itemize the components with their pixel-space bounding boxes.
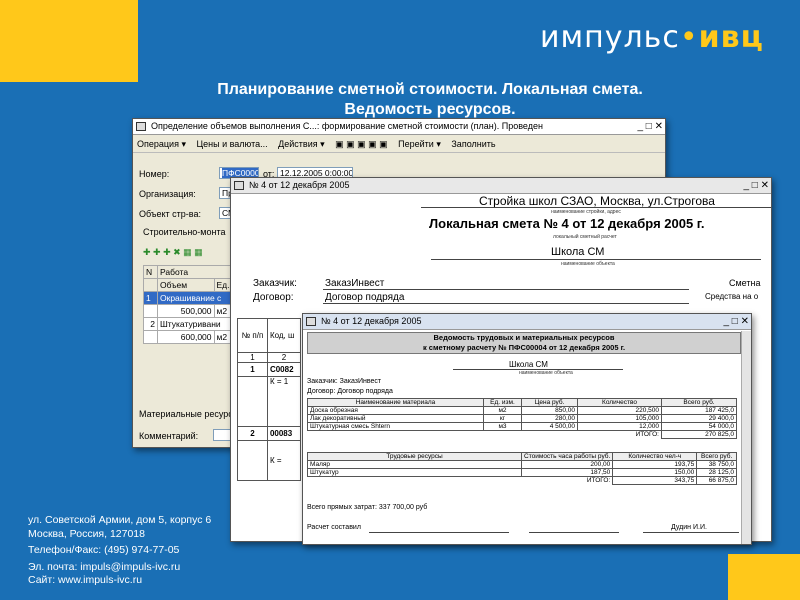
- close-icon[interactable]: ✕: [761, 180, 769, 191]
- construction-site: Стройка школ СЗАО, Москва, ул.Строгова: [479, 194, 715, 208]
- website[interactable]: Сайт: www.impuls-ivc.ru: [28, 574, 211, 588]
- object-name: Школа СМ: [551, 246, 605, 258]
- vertical-scrollbar[interactable]: [741, 331, 751, 544]
- brand-logo: импульс•ивц: [540, 20, 764, 55]
- printout-icon: [306, 317, 316, 326]
- document-toolbar: Операция ▾ Цены и валюта... Действия ▾ ▣…: [133, 135, 665, 153]
- table-row[interactable]: 2 Штукатуривани: [143, 317, 243, 331]
- contract-label: Договор:: [253, 292, 294, 303]
- resources-statement-window: № 4 от 12 декабря 2005 _ □ ✕ Ведомость т…: [302, 313, 752, 545]
- phone-fax: Телефон/Факс: (495) 974-77-05: [28, 544, 180, 556]
- labour-table: Трудовые ресурсы Стоимость часа работы ру…: [307, 452, 737, 485]
- menu-actions[interactable]: Действия ▾: [278, 139, 324, 149]
- works-grid: N Работа Объем Ед. 1 Окрашивание с 500,000 м…: [143, 265, 244, 344]
- contract-value: Договор подряда: [325, 292, 405, 303]
- table-row[interactable]: 600,000 м2: [143, 330, 244, 344]
- address-line1: ул. Советской Армии, дом 5, корпус 6: [28, 514, 212, 526]
- minimize-icon[interactable]: _: [637, 121, 643, 132]
- statement-contract: Договор: Договор подряда: [307, 388, 393, 395]
- document-icon: [136, 122, 146, 131]
- estimate-table: № п/п Код, ш 12 1 С0082 К = 1 2 00083 К =: [237, 318, 302, 481]
- printout-icon: [234, 181, 244, 190]
- direct-costs-total: Всего прямых затрат: 337 700,00 руб: [307, 504, 428, 511]
- comment-label: Комментарий:: [139, 431, 199, 441]
- table-row: Лак декоративный кг 280,00 105,000 29 400,0: [307, 414, 737, 423]
- table-row[interactable]: 500,000 м2: [143, 304, 244, 318]
- statement-banner: Ведомость трудовых и материальных ресурс…: [307, 332, 741, 354]
- minimize-icon[interactable]: _: [723, 316, 729, 327]
- window-title: Определение объемов выполнения С...: фор…: [151, 121, 543, 131]
- number-label: Номер:: [139, 169, 170, 179]
- table-row[interactable]: 1 Окрашивание с: [143, 291, 243, 305]
- toolbar-icons[interactable]: ▣ ▣ ▣ ▣ ▣: [335, 139, 388, 149]
- fill-button[interactable]: Заполнить: [451, 139, 495, 149]
- window-controls: _ □ ✕: [719, 314, 749, 329]
- object-caption: наименование объекта: [561, 261, 615, 267]
- resources-statement-titlebar: № 4 от 12 декабря 2005 _ □ ✕: [303, 314, 751, 330]
- estimate-title: Локальная смета № 4 от 12 декабря 2005 г…: [429, 216, 705, 231]
- window-controls: _ □ ✕: [739, 178, 769, 193]
- table-row: Штукатурная смесь Shtern м3 4 500,00 12,000…: [307, 422, 737, 431]
- statement-object: Школа СМ: [509, 360, 548, 369]
- slide-heading-line2: Ведомость ресурсов.: [344, 101, 516, 118]
- statement-customer: Заказчик: ЗаказИнвест: [307, 378, 382, 385]
- window-title: № 4 от 12 декабря 2005: [249, 180, 350, 190]
- grid-toolbar-icons[interactable]: ✚ ✚ ✚ ✖ ▦ ▦: [143, 247, 203, 258]
- window-controls: _ □ ✕: [633, 119, 663, 134]
- resources-tab[interactable]: Материальные ресурс: [139, 409, 233, 419]
- address-line2: Москва, Россия, 127018: [28, 527, 145, 540]
- minimize-icon[interactable]: _: [743, 180, 749, 191]
- local-estimate-titlebar: № 4 от 12 декабря 2005 _ □ ✕: [231, 178, 771, 194]
- corner-accent-top-left: [0, 0, 138, 82]
- made-by-label: Расчет составил: [307, 524, 361, 531]
- materials-table: Наименование материала Ед. изм. Цена руб. К…: [307, 398, 737, 439]
- maximize-icon[interactable]: □: [646, 121, 652, 132]
- table-row: Штукатур 187,50 150,00 28 125,0: [307, 468, 737, 477]
- estimate-cost-label: Сметна: [729, 278, 761, 288]
- maximize-icon[interactable]: □: [752, 180, 758, 191]
- close-icon[interactable]: ✕: [741, 316, 749, 327]
- email[interactable]: Эл. почта: impuls@impuls-ivc.ru: [28, 561, 211, 575]
- estimate-caption: локальный сметный расчет: [553, 234, 617, 240]
- table-row: Доска обрезная м2 850,00 220,500 187 425,0: [307, 406, 737, 415]
- customer-value: ЗаказИнвест: [325, 278, 385, 289]
- corner-accent-bottom-right: [728, 554, 800, 600]
- statement-object-caption: наименование объекта: [519, 370, 573, 376]
- site-caption: наименование стройки, адрес: [551, 209, 621, 215]
- menu-prices-currency[interactable]: Цены и валюта...: [196, 139, 267, 149]
- maximize-icon[interactable]: □: [732, 316, 738, 327]
- section-tab[interactable]: Строительно-монта: [143, 227, 226, 237]
- menu-operation[interactable]: Операция ▾: [137, 139, 186, 149]
- window-title: № 4 от 12 декабря 2005: [321, 316, 422, 326]
- object-label: Объект стр-ва:: [139, 209, 201, 219]
- menu-goto[interactable]: Перейти ▾: [398, 139, 441, 149]
- contact-footer: ул. Советской Армии, дом 5, корпус 6 Мос…: [28, 514, 211, 588]
- table-row: Маляр 200,00 193,75 38 750,0: [307, 460, 737, 469]
- funds-label: Средства на о: [705, 292, 759, 301]
- document-form-titlebar: Определение объемов выполнения С...: фор…: [133, 119, 665, 135]
- slide-heading-line1: Планирование сметной стоимости. Локальна…: [217, 81, 643, 98]
- signer-name: Дудин И.И.: [671, 524, 707, 531]
- close-icon[interactable]: ✕: [655, 121, 663, 132]
- customer-label: Заказчик:: [253, 278, 297, 289]
- organization-label: Организация:: [139, 189, 196, 199]
